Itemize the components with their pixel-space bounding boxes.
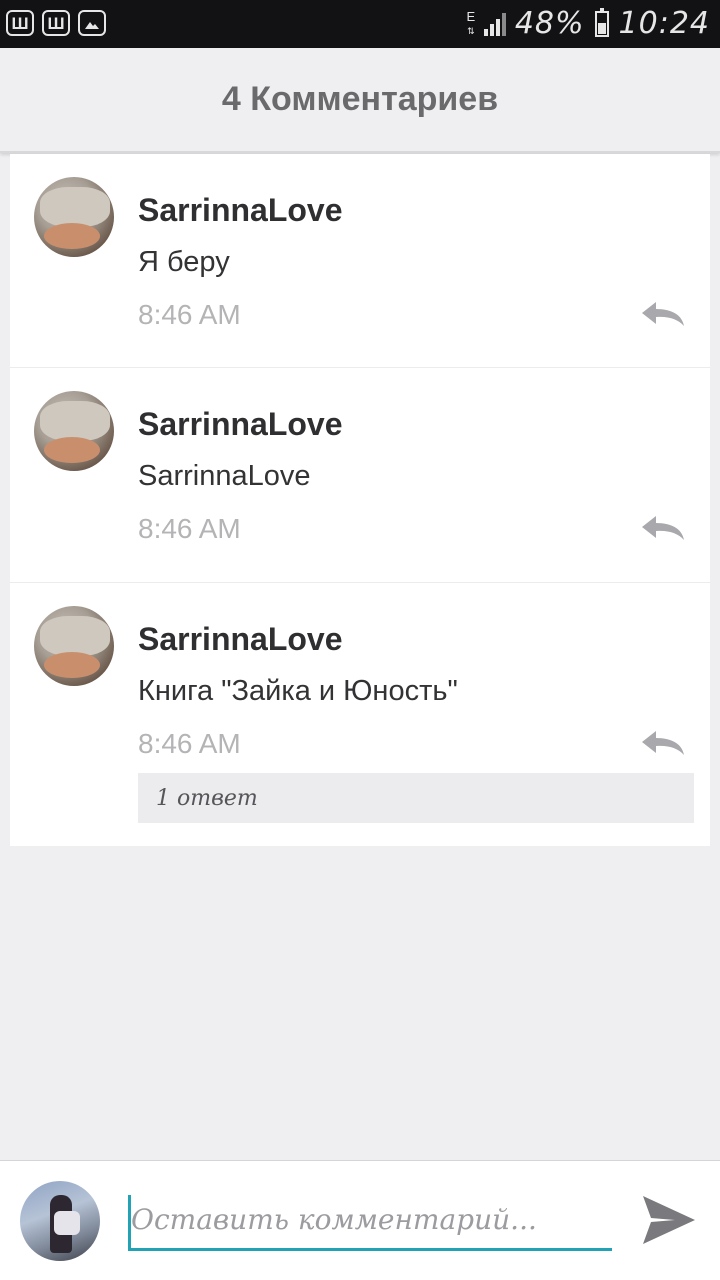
avatar[interactable] <box>34 606 114 686</box>
comment-author[interactable]: SarrinnaLove <box>138 192 343 229</box>
battery-percent: 48% <box>514 6 585 41</box>
current-user-avatar[interactable] <box>20 1181 100 1261</box>
comment-author[interactable]: SarrinnaLove <box>138 621 343 658</box>
comment-item: SarrinnaLove Книга "Зайка и Юность" 8:46… <box>10 583 710 846</box>
reply-arrow-icon[interactable] <box>640 729 686 757</box>
system-status: E ⇅ 48% 10:24 <box>465 6 710 41</box>
comment-text: SarrinnaLove <box>138 460 311 492</box>
comment-time: 8:46 AM <box>138 513 241 544</box>
send-icon <box>643 1196 695 1244</box>
comment-input[interactable] <box>128 1195 612 1251</box>
notification-icons: Ш Ш <box>6 10 106 36</box>
reply-arrow-icon[interactable] <box>640 300 686 328</box>
reply-arrow-icon[interactable] <box>640 514 686 542</box>
avatar[interactable] <box>34 391 114 471</box>
status-bar: Ш Ш E ⇅ 48% 10:24 <box>0 0 720 48</box>
comment-item: SarrinnaLove Я беру 8:46 AM <box>10 154 710 368</box>
replies-count-label: 1 ответ <box>156 785 258 811</box>
comment-text: Книга "Зайка и Юность" <box>138 675 458 707</box>
comment-author[interactable]: SarrinnaLove <box>138 406 343 443</box>
app-notification-icon: Ш <box>42 10 70 36</box>
battery-icon <box>594 7 609 37</box>
comment-time: 8:46 AM <box>138 299 241 330</box>
signal-strength-icon <box>483 12 506 36</box>
comments-header: 4 Комментариев <box>0 48 720 153</box>
comment-time: 8:46 AM <box>138 728 241 759</box>
app-notification-icon: Ш <box>6 10 34 36</box>
send-button[interactable] <box>638 1189 700 1251</box>
comment-item: SarrinnaLove SarrinnaLove 8:46 AM <box>10 368 710 583</box>
page-title: 4 Комментариев <box>221 80 499 118</box>
comment-input-bar <box>0 1160 720 1280</box>
show-replies-button[interactable]: 1 ответ <box>138 773 694 823</box>
image-notification-icon <box>78 10 106 36</box>
comment-text: Я беру <box>138 246 230 278</box>
avatar[interactable] <box>34 177 114 257</box>
clock: 10:24 <box>618 6 710 41</box>
network-type-indicator: E ⇅ <box>466 8 476 36</box>
comments-list: SarrinnaLove Я беру 8:46 AM SarrinnaLove… <box>10 154 710 846</box>
